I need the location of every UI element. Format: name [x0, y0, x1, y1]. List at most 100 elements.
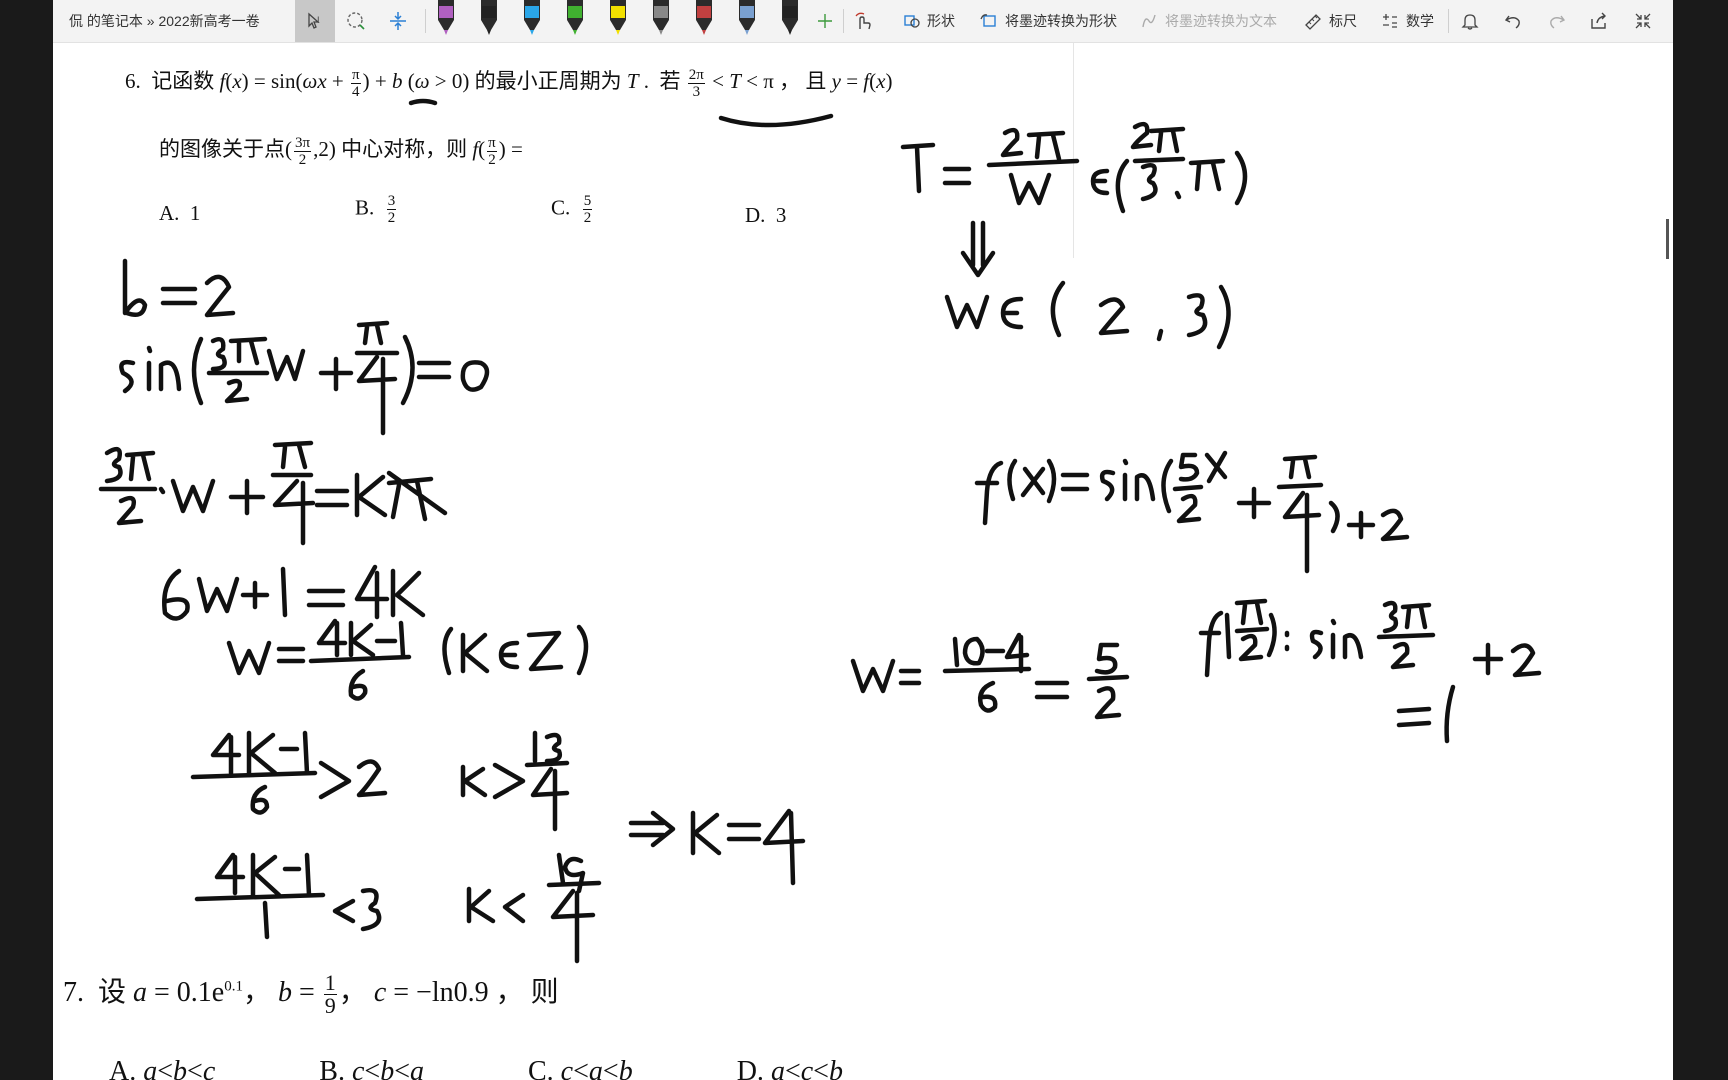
- ink-stroke: [272, 478, 316, 546]
- ink-stroke: [986, 158, 1080, 168]
- undo-button[interactable]: [1503, 6, 1523, 36]
- ink-stroke: [272, 440, 314, 470]
- ink-stroke: [306, 588, 346, 608]
- pen-8[interactable]: [736, 0, 758, 36]
- ink-stroke: [146, 345, 153, 392]
- ink-stroke: [276, 646, 306, 664]
- ink-stroke: [1266, 612, 1277, 658]
- ink-stroke: [900, 142, 936, 194]
- ink-stroke: [1086, 674, 1130, 682]
- ink-stroke: [960, 220, 996, 278]
- notifications-button[interactable]: [1460, 6, 1480, 36]
- lasso-icon: [347, 12, 365, 30]
- ink-stroke: [262, 900, 270, 940]
- toolbar-separator: [1448, 9, 1449, 33]
- bell-icon: [1461, 14, 1479, 30]
- onenote-window: 侃 的笔记本 » 2022新高考一卷 I 形状 将墨迹转换为形状 将墨迹转换为文…: [53, 0, 1673, 1080]
- ink-stroke: [354, 472, 388, 518]
- ink-stroke: [1238, 633, 1264, 662]
- ink-stroke: [1204, 450, 1228, 484]
- ink-stroke: [1004, 632, 1030, 674]
- pen-3[interactable]: [521, 0, 543, 36]
- ink-to-text-button[interactable]: 将墨迹转换为文本: [1139, 6, 1277, 36]
- ink-stroke: [280, 566, 288, 618]
- ink-stroke: [1444, 684, 1456, 744]
- toolbar-separator: [843, 9, 844, 33]
- pen-1[interactable]: [435, 0, 457, 36]
- pen-9[interactable]: [779, 0, 801, 36]
- ink-stroke: [360, 888, 382, 932]
- insert-space-icon: [390, 12, 406, 30]
- ink-stroke: [1122, 458, 1129, 502]
- breadcrumb-text: 侃 的笔记本 » 2022新高考一卷: [69, 13, 260, 29]
- pen-6[interactable]: [650, 0, 672, 36]
- ink-stroke: [246, 730, 278, 778]
- ink-stroke: [1282, 454, 1318, 480]
- lasso-tool[interactable]: [345, 6, 367, 36]
- pen-2[interactable]: [478, 0, 500, 36]
- pen-5[interactable]: [607, 0, 629, 36]
- ink-stroke: [1034, 680, 1070, 700]
- ink-stroke: [162, 568, 190, 621]
- share-button[interactable]: [1589, 6, 1609, 36]
- pen-4[interactable]: [564, 0, 586, 36]
- ink-stroke: [1156, 328, 1164, 342]
- ink-stroke: [974, 460, 1004, 526]
- math-button[interactable]: 数学: [1380, 6, 1434, 36]
- shapes-button[interactable]: 形状: [903, 6, 955, 36]
- ink-stroke: [318, 760, 352, 800]
- math-icon: [1383, 14, 1397, 28]
- ink-stroke: [532, 730, 562, 764]
- plus-icon: [818, 14, 832, 28]
- handwriting-ink-layer[interactable]: [53, 43, 1673, 1080]
- touch-draw-icon: [855, 12, 871, 30]
- ink-stroke: [228, 478, 266, 516]
- ink-stroke: [550, 888, 596, 964]
- ink-stroke: [308, 654, 412, 664]
- ink-stroke: [1007, 458, 1018, 502]
- redo-button[interactable]: [1547, 6, 1567, 36]
- shapes-label: 形状: [927, 13, 955, 29]
- note-page[interactable]: 6. 记函数 f(x) = sin(ωx + π 4) + b (ω > 0) 的…: [53, 43, 1673, 1080]
- ink-stroke: [356, 759, 388, 798]
- ink-to-text-icon: [1142, 14, 1156, 28]
- ink-stroke: [348, 668, 368, 701]
- ruler-button[interactable]: 标尺: [1303, 6, 1357, 36]
- ink-stroke: [466, 886, 496, 924]
- ink-stroke: [898, 668, 922, 686]
- pen-icon: [524, 0, 540, 35]
- ink-to-shape-icon: [980, 14, 996, 27]
- ink-stroke: [1216, 284, 1231, 350]
- ink-stroke: [442, 626, 454, 676]
- ink-stroke: [400, 334, 415, 406]
- breadcrumb[interactable]: 侃 的笔记本 » 2022新高考一卷: [69, 0, 260, 42]
- pen-7[interactable]: [693, 0, 715, 36]
- ink-stroke: [228, 336, 268, 366]
- ink-stroke: [266, 348, 306, 382]
- ink-stroke: [408, 98, 438, 106]
- ink-stroke: [158, 360, 182, 392]
- ink-stroke: [460, 764, 488, 798]
- ink-stroke: [576, 624, 589, 676]
- ink-stroke: [1346, 510, 1376, 540]
- add-space-tool[interactable]: [387, 6, 409, 36]
- ink-stroke: [356, 354, 398, 436]
- ink-stroke: [1224, 612, 1232, 660]
- pen-icon: [438, 0, 454, 35]
- ink-stroke: [1234, 598, 1268, 626]
- ink-stroke: [1380, 508, 1410, 542]
- ink-stroke: [214, 852, 246, 896]
- ink-stroke: [1094, 686, 1122, 720]
- ink-stroke: [1309, 629, 1324, 660]
- lasso-select-tool[interactable]: I: [295, 0, 335, 42]
- ink-stroke: [942, 166, 972, 186]
- touch-draw-toggle[interactable]: [852, 6, 874, 36]
- add-pen-button[interactable]: [816, 6, 834, 36]
- ink-stroke: [1140, 163, 1158, 202]
- ink-stroke: [204, 274, 236, 318]
- ink-stroke: [1134, 473, 1156, 502]
- ink-stroke: [356, 320, 390, 346]
- ink-to-shape-button[interactable]: 将墨迹转换为形状: [979, 6, 1117, 36]
- ink-stroke: [119, 359, 136, 394]
- exit-fullscreen-button[interactable]: [1633, 6, 1653, 36]
